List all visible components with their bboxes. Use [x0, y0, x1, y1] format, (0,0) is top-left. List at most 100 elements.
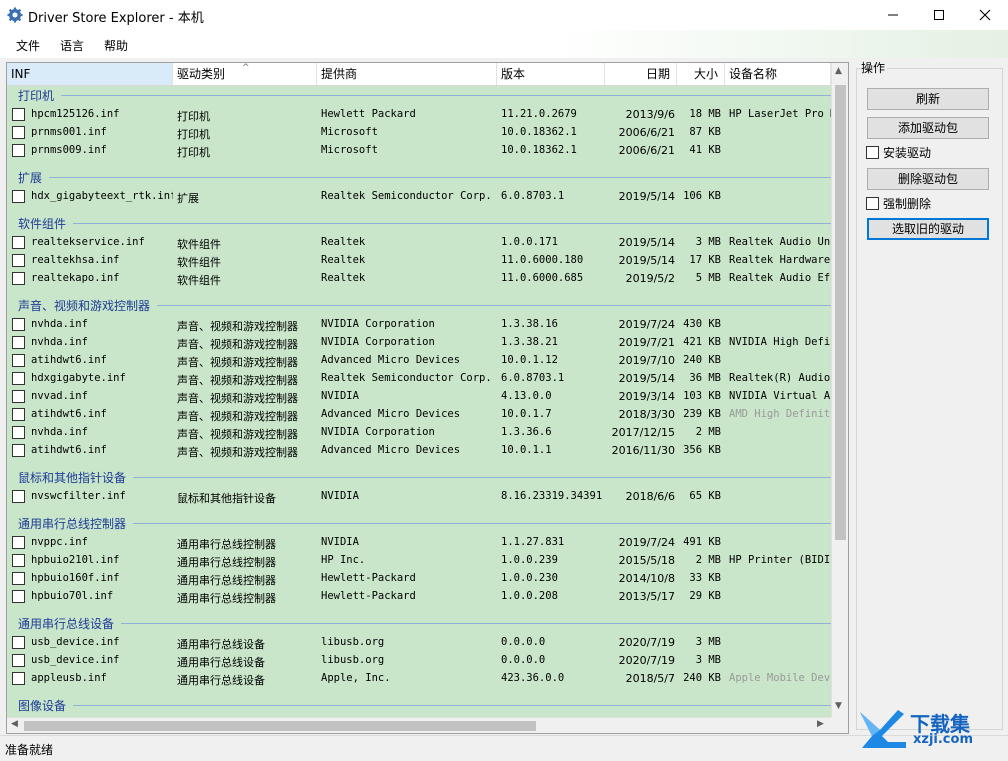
- driver-row[interactable]: prnms001.inf 打印机 Microsoft 10.0.18362.1 2006…: [7, 124, 831, 142]
- row-checkbox[interactable]: [12, 372, 25, 385]
- driver-row[interactable]: nvhda.inf 声音、视频和游戏控制器 NVIDIA Corporation 1.…: [7, 424, 831, 442]
- row-checkbox[interactable]: [12, 636, 25, 649]
- group-header[interactable]: 软件组件: [7, 214, 831, 232]
- group-header[interactable]: 扩展: [7, 168, 831, 186]
- column-version[interactable]: 版本: [497, 63, 605, 85]
- title-bar: Driver Store Explorer - 本机: [0, 0, 1008, 30]
- driver-row[interactable]: atihdwt6.inf 声音、视频和游戏控制器 Advanced Micro De…: [7, 352, 831, 370]
- row-checkbox[interactable]: [12, 144, 25, 157]
- driver-row[interactable]: atihdwt6.inf 声音、视频和游戏控制器 Advanced Micro De…: [7, 442, 831, 460]
- group-title: 图像设备: [18, 699, 67, 713]
- row-checkbox[interactable]: [12, 536, 25, 549]
- row-checkbox[interactable]: [12, 490, 25, 503]
- row-checkbox[interactable]: [12, 354, 25, 367]
- driver-row[interactable]: nvhda.inf 声音、视频和游戏控制器 NVIDIA Corporation 1.…: [7, 334, 831, 352]
- row-checkbox[interactable]: [12, 126, 25, 139]
- group-header[interactable]: 通用串行总线设备: [7, 614, 831, 632]
- add-driver-button[interactable]: 添加驱动包: [867, 117, 989, 139]
- driver-row[interactable]: prnms009.inf 打印机 Microsoft 10.0.18362.1 2006…: [7, 142, 831, 160]
- cell-inf: hpbuio160f.inf: [31, 572, 120, 584]
- scroll-right-icon[interactable]: ▶: [817, 719, 824, 729]
- driver-row[interactable]: hpbuio160f.inf 通用串行总线控制器 Hewlett-Packard 1.…: [7, 570, 831, 588]
- force-delete-checkbox[interactable]: 强制删除: [866, 195, 931, 212]
- cell-device-name: Realtek Hardware Support Application: [729, 254, 831, 266]
- driver-row[interactable]: nvhda.inf 声音、视频和游戏控制器 NVIDIA Corporation 1.…: [7, 316, 831, 334]
- driver-row[interactable]: nvppc.inf 通用串行总线控制器 NVIDIA 1.1.27.831 2019/7…: [7, 534, 831, 552]
- cell-provider: Apple, Inc.: [321, 672, 391, 684]
- horizontal-scroll-thumb[interactable]: [24, 721, 536, 731]
- column-size[interactable]: 大小: [677, 63, 725, 85]
- vertical-scrollbar[interactable]: ▲ ▼: [831, 63, 848, 717]
- download-arrow-icon: [860, 710, 906, 748]
- driver-row[interactable]: usb_device.inf 通用串行总线设备 libusb.org 0.0.0.0 2…: [7, 652, 831, 670]
- minimize-button[interactable]: [870, 0, 916, 30]
- install-driver-checkbox[interactable]: 安装驱动: [866, 144, 931, 161]
- row-checkbox[interactable]: [12, 318, 25, 331]
- group-header[interactable]: 鼠标和其他指针设备: [7, 468, 831, 486]
- driver-row[interactable]: nvswcfilter.inf 鼠标和其他指针设备 NVIDIA 8.16.23319…: [7, 488, 831, 506]
- driver-row[interactable]: atihdwt6.inf 声音、视频和游戏控制器 Advanced Micro De…: [7, 406, 831, 424]
- cell-category: 声音、视频和游戏控制器: [177, 320, 298, 333]
- row-checkbox[interactable]: [12, 254, 25, 267]
- driver-row[interactable]: hpbuio210l.inf 通用串行总线控制器 HP Inc. 1.0.0.239 2…: [7, 552, 831, 570]
- menu-language[interactable]: 语言: [60, 37, 84, 54]
- group-title: 声音、视频和游戏控制器: [18, 299, 151, 313]
- row-checkbox[interactable]: [12, 108, 25, 121]
- row-checkbox[interactable]: [12, 408, 25, 421]
- row-checkbox[interactable]: [12, 554, 25, 567]
- group-header[interactable]: 图像设备: [7, 696, 831, 714]
- row-checkbox[interactable]: [12, 336, 25, 349]
- column-device-name[interactable]: 设备名称: [725, 63, 831, 85]
- driver-row[interactable]: hdxgigabyte.inf 声音、视频和游戏控制器 Realtek Semico…: [7, 370, 831, 388]
- cell-date: 2006/6/21: [618, 144, 675, 157]
- group-header[interactable]: 声音、视频和游戏控制器: [7, 296, 831, 314]
- group-divider: [73, 705, 831, 706]
- maximize-button[interactable]: [916, 0, 962, 30]
- row-checkbox[interactable]: [12, 672, 25, 685]
- scroll-up-icon[interactable]: ▲: [835, 66, 842, 76]
- row-checkbox[interactable]: [12, 190, 25, 203]
- horizontal-scrollbar[interactable]: ◀ ▶: [7, 717, 831, 733]
- group-header[interactable]: 打印机: [7, 86, 831, 104]
- driver-row[interactable]: realtekservice.inf 软件组件 Realtek 1.0.0.171 20…: [7, 234, 831, 252]
- close-button[interactable]: [962, 0, 1008, 30]
- column-provider[interactable]: 提供商: [317, 63, 497, 85]
- cell-provider: NVIDIA: [321, 536, 359, 548]
- cell-inf: realtekhsa.inf: [31, 254, 120, 266]
- column-inf[interactable]: INF: [7, 63, 173, 85]
- driver-row[interactable]: hdx_gigabyteext_rtk.inf 扩展 Realtek Semicon…: [7, 188, 831, 206]
- cell-inf: nvppc.inf: [31, 536, 88, 548]
- select-old-drivers-button[interactable]: 选取旧的驱动: [867, 218, 989, 240]
- row-checkbox[interactable]: [12, 590, 25, 603]
- menu-file[interactable]: 文件: [16, 37, 40, 54]
- cell-device-name: NVIDIA Virtual Audio Device: [729, 390, 831, 402]
- driver-list[interactable]: INF 驱动类别 提供商 版本 日期 大小 设备名称 ^ 打印机 hpcm1251…: [6, 62, 849, 734]
- group-header[interactable]: 通用串行总线控制器: [7, 514, 831, 532]
- menu-help[interactable]: 帮助: [104, 37, 128, 54]
- column-date[interactable]: 日期: [605, 63, 677, 85]
- cell-date: 2017/12/15: [611, 426, 675, 439]
- driver-row[interactable]: hpcm125126.inf 打印机 Hewlett Packard 11.21.0.…: [7, 106, 831, 124]
- driver-row[interactable]: realtekapo.inf 软件组件 Realtek 11.0.6000.685 20…: [7, 270, 831, 288]
- row-checkbox[interactable]: [12, 390, 25, 403]
- driver-row[interactable]: appleusb.inf 通用串行总线设备 Apple, Inc. 423.36.0.…: [7, 670, 831, 688]
- scroll-left-icon[interactable]: ◀: [11, 719, 18, 729]
- maximize-icon: [934, 10, 944, 20]
- row-checkbox[interactable]: [12, 272, 25, 285]
- row-checkbox[interactable]: [12, 444, 25, 457]
- row-checkbox[interactable]: [12, 572, 25, 585]
- row-checkbox[interactable]: [12, 236, 25, 249]
- driver-row[interactable]: nvvad.inf 声音、视频和游戏控制器 NVIDIA 4.13.0.0 2019/3…: [7, 388, 831, 406]
- vertical-scroll-thumb[interactable]: [835, 85, 846, 540]
- install-driver-checkbox-box[interactable]: [866, 146, 879, 159]
- driver-row[interactable]: realtekhsa.inf 软件组件 Realtek 11.0.6000.180 20…: [7, 252, 831, 270]
- delete-driver-button[interactable]: 删除驱动包: [867, 168, 989, 190]
- row-checkbox[interactable]: [12, 654, 25, 667]
- force-delete-checkbox-box[interactable]: [866, 197, 879, 210]
- cell-device-name: Realtek(R) Audio: [729, 372, 831, 384]
- driver-row[interactable]: usb_device.inf 通用串行总线设备 libusb.org 0.0.0.0 2…: [7, 634, 831, 652]
- driver-row[interactable]: hpbuio70l.inf 通用串行总线控制器 Hewlett-Packard 1.0…: [7, 588, 831, 606]
- refresh-button[interactable]: 刷新: [867, 88, 989, 110]
- scroll-down-icon[interactable]: ▼: [835, 701, 842, 711]
- row-checkbox[interactable]: [12, 426, 25, 439]
